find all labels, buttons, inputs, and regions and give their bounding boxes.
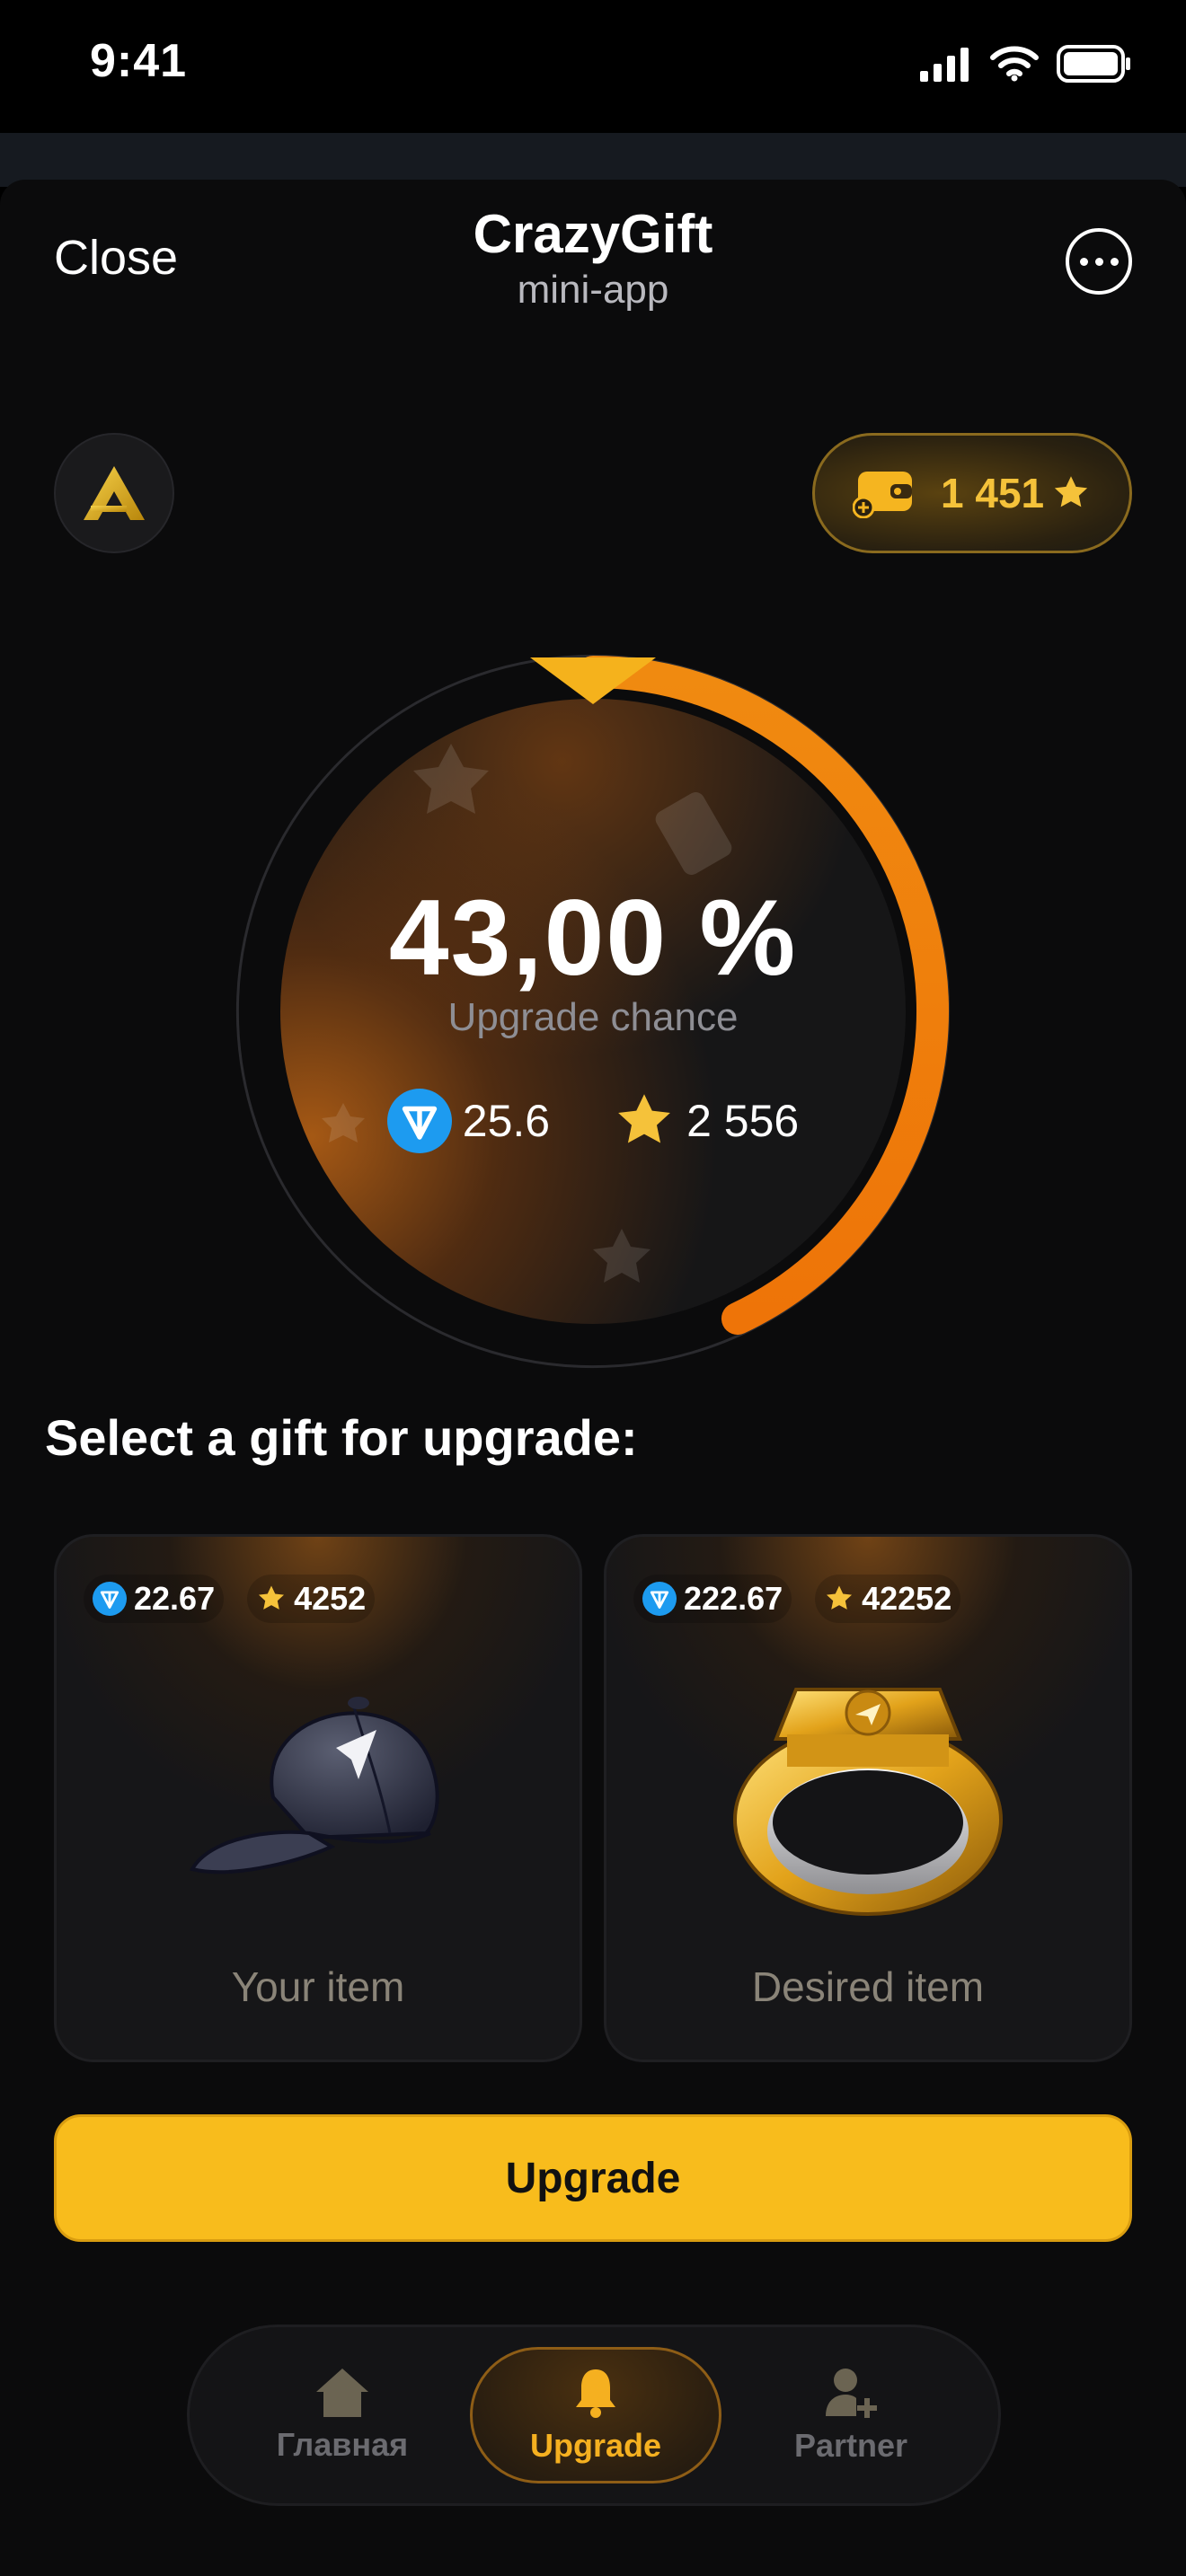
ton-icon xyxy=(386,1089,452,1153)
ton-price: 22.67 xyxy=(84,1575,225,1623)
star-icon xyxy=(827,1585,853,1610)
logo-button[interactable] xyxy=(54,433,174,553)
desired-item-card[interactable]: 222.67 42252 Desired item xyxy=(604,1534,1132,2062)
your-item-card[interactable]: 22.67 4252 Your item xyxy=(54,1534,582,2062)
wallet-add-icon xyxy=(853,472,912,518)
status-time: 9:41 xyxy=(90,35,188,87)
star-price: 42252 xyxy=(815,1575,961,1623)
dial-prices: 25.6 2 556 xyxy=(0,1089,1186,1153)
nav-label: Partner xyxy=(793,2427,908,2464)
status-bar: 9:41 xyxy=(0,0,1186,133)
balance-value: 1 451 xyxy=(941,469,1091,517)
ellipsis-dot xyxy=(1094,257,1103,266)
star-price: 4252 xyxy=(247,1575,376,1623)
nav-label: Главная xyxy=(276,2426,409,2463)
chance-label: Upgrade chance xyxy=(447,995,739,1039)
nav-label: Upgrade xyxy=(529,2427,662,2464)
ellipsis-dot xyxy=(1110,257,1119,266)
ton-price: 222.67 xyxy=(633,1575,792,1623)
nav-item-upgrade[interactable]: Upgrade xyxy=(470,2347,721,2483)
balance-amount: 1 451 xyxy=(941,470,1045,516)
star-price-value: 2 556 xyxy=(686,1096,800,1146)
ton-price: 25.6 xyxy=(386,1089,551,1153)
star-icon xyxy=(259,1585,285,1610)
ring-icon xyxy=(733,1688,1003,1916)
star-price-value: 4252 xyxy=(294,1580,367,1617)
battery-icon xyxy=(1057,45,1130,83)
card-prices: 222.67 42252 xyxy=(633,1575,961,1623)
wifi-icon xyxy=(990,46,1039,82)
card-prices: 22.67 4252 xyxy=(84,1575,376,1623)
ton-price-value: 222.67 xyxy=(684,1580,783,1617)
star-icon xyxy=(1054,476,1088,507)
bell-icon xyxy=(576,2369,615,2418)
card-label: Your item xyxy=(231,1963,405,2010)
add-user-icon xyxy=(826,2369,877,2418)
card-art xyxy=(57,1654,580,1923)
app-title: CrazyGift xyxy=(473,204,713,264)
ton-price-value: 25.6 xyxy=(462,1096,551,1146)
ton-icon xyxy=(642,1582,677,1616)
balance-button[interactable]: 1 451 xyxy=(812,433,1132,553)
section-title: Select a gift for upgrade: xyxy=(45,1409,638,1466)
app-subtitle: mini-app xyxy=(517,268,669,312)
more-button[interactable] xyxy=(1066,228,1132,295)
cap-icon xyxy=(189,1697,439,1875)
sheet-backdrop xyxy=(0,133,1186,187)
upgrade-button[interactable]: Upgrade xyxy=(54,2114,1132,2242)
nav-item-partner[interactable]: Partner xyxy=(725,2347,977,2483)
signal-icon xyxy=(920,48,969,82)
ton-icon xyxy=(93,1582,127,1616)
ton-price-value: 22.67 xyxy=(134,1580,216,1617)
chance-value: 43,00 % xyxy=(388,878,798,998)
ellipsis-icon xyxy=(1079,257,1088,266)
status-icons xyxy=(918,41,1132,86)
card-art xyxy=(606,1654,1129,1923)
nav-item-home[interactable]: Главная xyxy=(217,2347,468,2483)
bottom-nav: Главная Upgrade Partner xyxy=(187,2325,1001,2506)
star-icon xyxy=(618,1094,670,1143)
logo-icon xyxy=(84,466,145,520)
card-label: Desired item xyxy=(751,1963,985,2010)
star-price-value: 42252 xyxy=(862,1580,952,1617)
star-price: 2 556 xyxy=(613,1089,799,1153)
home-icon xyxy=(316,2369,368,2417)
